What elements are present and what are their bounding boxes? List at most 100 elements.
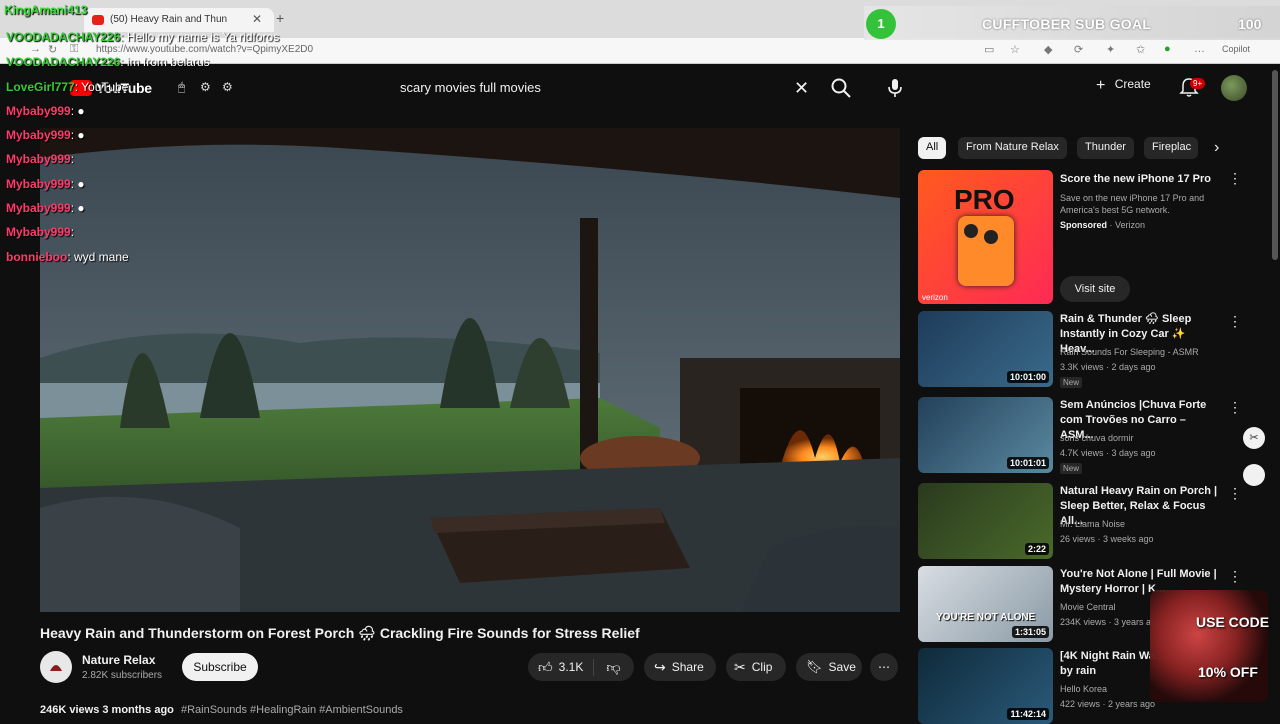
video-more-icon[interactable]: ⋮: [1228, 313, 1242, 330]
ad-thumbnail[interactable]: PRO verizon: [918, 170, 1053, 304]
puzzle-icon[interactable]: ✦: [1106, 43, 1115, 56]
subscribe-button[interactable]: Subscribe: [182, 653, 258, 681]
ad-sponsor-line: Sponsored · Verizon: [1060, 220, 1146, 230]
hashtags[interactable]: #RainSounds #HealingRain #AmbientSounds: [181, 704, 403, 716]
chat-text: : Hello my name is Ya ridforos: [120, 30, 280, 44]
channel-avatar[interactable]: [40, 651, 72, 683]
profile-icon[interactable]: ●: [1164, 43, 1171, 55]
chat-username: Mybaby999: [6, 177, 71, 191]
favorite-star-icon[interactable]: ☆: [1010, 43, 1020, 56]
video-description[interactable]: 246K views 3 months ago #RainSounds #Hea…: [40, 704, 403, 716]
copilot-button[interactable]: Copilot: [1222, 44, 1250, 54]
views-date: 246K views 3 months ago: [40, 704, 174, 716]
like-button[interactable]: 👍︎ 3.1K: [528, 658, 595, 676]
video-thumbnail[interactable]: 2:22: [918, 483, 1053, 559]
video-channel[interactable]: Movie Central: [1060, 602, 1116, 612]
video-more-icon[interactable]: ⋮: [1228, 485, 1242, 502]
video-more-icon[interactable]: ⋮: [1228, 568, 1242, 585]
microphone-icon[interactable]: [886, 77, 904, 99]
video-meta: 26 views · 3 weeks ago: [1060, 534, 1154, 544]
chat-message: Mybaby999: ●: [6, 177, 85, 191]
video-channel[interactable]: Hello Korea: [1060, 684, 1107, 694]
clip-button[interactable]: ✂ Clip: [726, 653, 786, 681]
share-label: Share: [671, 660, 704, 674]
channel-name[interactable]: Nature Relax: [82, 653, 155, 667]
forward-icon[interactable]: →: [30, 43, 41, 55]
chat-username: Mybaby999: [6, 225, 71, 239]
video-meta: 3.3K views · 2 days ago: [1060, 362, 1156, 372]
video-channel[interactable]: Rain Sounds For Sleeping - ASMR: [1060, 347, 1199, 357]
streamer-name: KingAmani413: [4, 3, 88, 17]
chat-message: VOODADACHAY226: Hello my name is Ya ridf…: [6, 30, 279, 44]
visit-site-button[interactable]: Visit site: [1060, 276, 1130, 302]
sub-goal-count: 1: [866, 9, 896, 39]
url-field[interactable]: https://www.youtube.com/watch?v=QpimyXE2…: [96, 44, 313, 55]
new-badge: New: [1060, 377, 1083, 388]
chip-from-channel[interactable]: From Nature Relax: [958, 137, 1067, 159]
chat-message: bonnieboo: wyd mane: [6, 250, 129, 264]
page-scrollbar[interactable]: [1272, 70, 1278, 260]
ad-thumb-label: PRO: [954, 184, 1015, 215]
camera-lens-icon: [964, 224, 978, 238]
video-frame: [40, 128, 900, 612]
browser-tab[interactable]: (50) Heavy Rain and Thun: [84, 8, 274, 32]
video-thumbnail[interactable]: YOU'RE NOT ALONE 1:31:05: [918, 566, 1053, 642]
more-actions-icon[interactable]: ⋯: [870, 653, 898, 681]
favorites-icon[interactable]: ✩: [1136, 43, 1145, 56]
notification-badge: 9+: [1190, 78, 1206, 89]
sponsored-label: Sponsored: [1060, 220, 1108, 230]
wand-icon[interactable]: ⚙: [200, 80, 211, 94]
search-input[interactable]: scary movies full movies: [400, 80, 541, 95]
video-duration: 10:01:00: [1006, 371, 1049, 383]
video-thumbnail[interactable]: 11:42:14: [918, 648, 1053, 724]
video-meta: 4.7K views · 3 days ago: [1060, 448, 1156, 458]
refresh-extension-icon[interactable]: ⟳: [1074, 43, 1083, 56]
clear-search-icon[interactable]: ✕: [794, 78, 809, 99]
chat-text: : wyd mane: [67, 250, 129, 264]
video-meta: 234K views · 3 years ago: [1060, 617, 1162, 627]
copilot-tool-icon[interactable]: [1243, 464, 1265, 486]
new-badge: New: [1060, 463, 1083, 474]
video-more-icon[interactable]: ⋮: [1228, 399, 1242, 416]
chat-message: Mybaby999:: [6, 225, 74, 239]
ad-more-icon[interactable]: ⋮: [1228, 170, 1242, 187]
video-channel[interactable]: Mr. Llama Noise: [1060, 519, 1125, 529]
ad-title[interactable]: Score the new iPhone 17 Pro: [1060, 172, 1220, 187]
video-channel[interactable]: sons chuva dormir: [1060, 433, 1134, 443]
chat-username: VOODADACHAY226: [6, 30, 121, 44]
video-thumbnail[interactable]: 10:01:00: [918, 311, 1053, 387]
extension-icon[interactable]: ◆: [1044, 43, 1052, 56]
clip-label: Clip: [751, 660, 773, 674]
chip-all[interactable]: All: [918, 137, 947, 159]
like-count: 3.1K: [558, 660, 584, 674]
chevron-right-icon[interactable]: ›: [1214, 139, 1219, 157]
sub-goal-title: CUFFTOBER SUB GOAL: [982, 16, 1152, 32]
tab-close-icon[interactable]: ✕: [252, 12, 262, 26]
account-avatar[interactable]: [1221, 75, 1247, 101]
video-thumbnail[interactable]: 10:01:01: [918, 397, 1053, 473]
create-button[interactable]: + Create: [1096, 77, 1158, 99]
chat-username: Mybaby999: [6, 128, 71, 142]
new-tab-icon[interactable]: +: [276, 10, 284, 26]
chat-username: bonnieboo: [6, 250, 68, 264]
save-button[interactable]: 🔖︎ Save: [796, 653, 862, 681]
chip-thunder[interactable]: Thunder: [1077, 137, 1134, 159]
youtube-favicon-icon: [92, 15, 104, 25]
tab-title: (50) Heavy Rain and Thun: [110, 14, 228, 25]
bookmark-icon: 🔖︎: [806, 659, 823, 674]
video-duration: 10:01:01: [1006, 457, 1049, 469]
search-icon[interactable]: [829, 76, 853, 100]
share-button[interactable]: ↪ Share: [644, 653, 716, 681]
ad-description: Save on the new iPhone 17 Pro and Americ…: [1060, 193, 1205, 215]
scissors-tool-icon[interactable]: ✂: [1243, 427, 1265, 449]
more-menu-icon[interactable]: …: [1194, 43, 1205, 55]
camera-lens-icon: [984, 230, 998, 244]
video-duration: 1:31:05: [1011, 626, 1049, 638]
video-player[interactable]: [40, 128, 900, 612]
magic-icon[interactable]: ⚙: [222, 80, 233, 94]
read-aloud-icon[interactable]: ▭: [984, 43, 994, 56]
chat-text: : ●: [70, 128, 85, 142]
video-duration: 11:42:14: [1007, 708, 1049, 720]
thumbs-down-icon[interactable]: 👎︎: [594, 659, 632, 676]
chip-fireplace[interactable]: Fireplac: [1144, 137, 1198, 159]
